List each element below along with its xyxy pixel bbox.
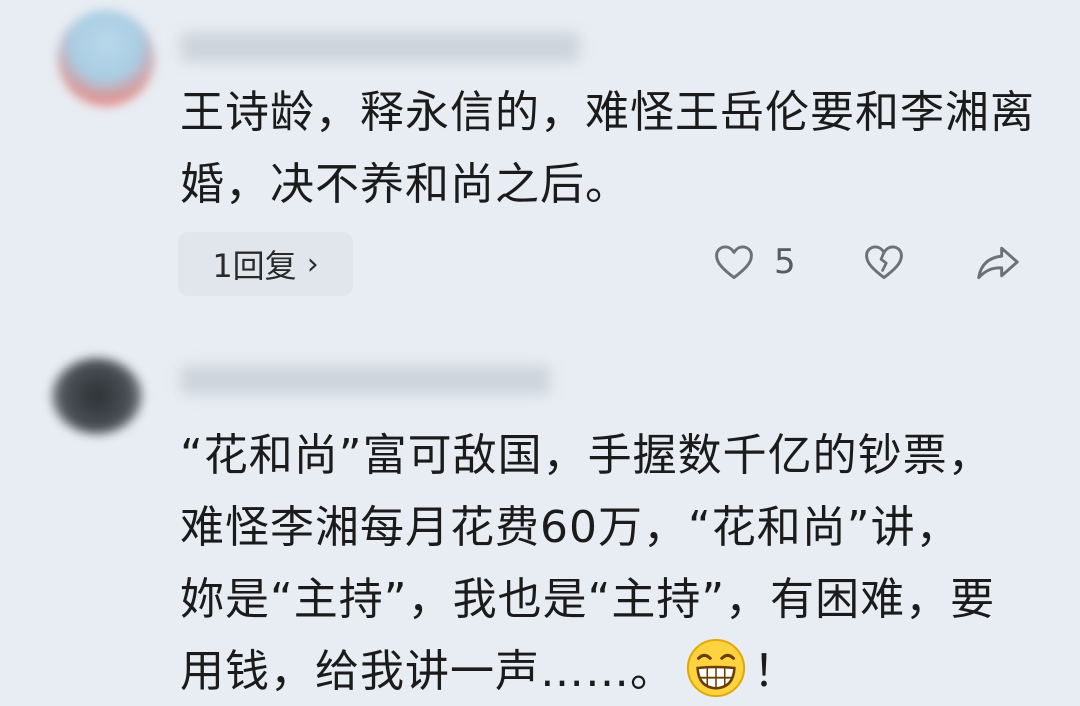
comment-tail: ！ [753, 646, 798, 697]
chevron-right-icon: › [306, 246, 319, 282]
replies-button[interactable]: 1回复 › [178, 232, 353, 296]
avatar[interactable] [58, 10, 154, 106]
grinning-face-emoji [686, 638, 746, 698]
avatar[interactable] [52, 358, 142, 434]
comment-body: “花和尚”富可敌国，手握数千亿的钞票，难怪李湘每月花费60万，“花和尚”讲，妳是… [180, 430, 996, 697]
broken-heart-icon [865, 245, 903, 280]
comment-text: 王诗龄，释永信的，难怪王岳伦要和李湘离婚，决不养和尚之后。 [180, 87, 1035, 210]
comment-feed: 王诗龄，释永信的，难怪王岳伦要和李湘离婚，决不养和尚之后。 1回复 › 5 “花… [0, 0, 1080, 706]
heart-outline-icon [715, 245, 753, 280]
comment-text: “花和尚”富可敌国，手握数千亿的钞票，难怪李湘每月花费60万，“花和尚”讲，妳是… [180, 420, 1000, 706]
username-blurred[interactable] [180, 32, 580, 62]
replies-label: 1回复 [212, 247, 297, 285]
like-button[interactable]: 5 [712, 240, 796, 284]
share-arrow-icon [977, 246, 1019, 280]
share-button[interactable] [974, 240, 1022, 284]
username-blurred[interactable] [180, 365, 550, 395]
like-count: 5 [774, 242, 796, 282]
dislike-button[interactable] [862, 240, 906, 284]
